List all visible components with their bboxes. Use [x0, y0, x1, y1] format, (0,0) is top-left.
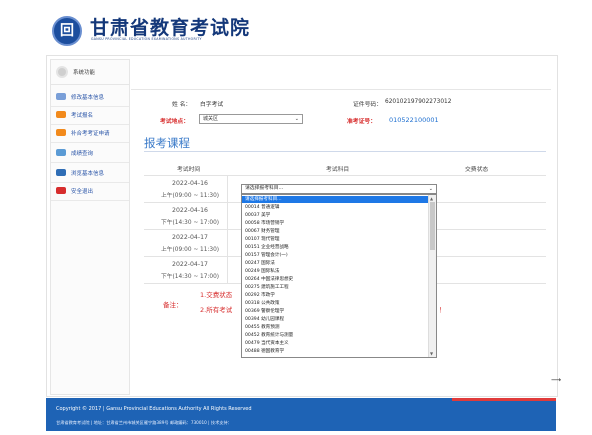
- dropdown-scrollbar[interactable]: ▲ ▼: [428, 195, 436, 357]
- subject-option[interactable]: 00247 国际法: [242, 260, 430, 267]
- subject-option[interactable]: 00264 中国法律思想史: [242, 276, 430, 283]
- sidebar-heading: 系统功能: [51, 60, 129, 85]
- subject-option[interactable]: 00067 财务管理: [242, 228, 430, 235]
- subject-option[interactable]: 00107 现代管理: [242, 236, 430, 243]
- edit-icon: [56, 93, 66, 100]
- site-footer: Copyright © 2017 | Gansu Provincial Educ…: [46, 398, 556, 431]
- subject-option[interactable]: 00488 德国教育学: [242, 348, 430, 355]
- ticket-number-value: 010522100001: [389, 116, 439, 124]
- footer-accent-bar: [452, 398, 556, 401]
- scroll-down-arrow-icon[interactable]: ▼: [430, 351, 433, 356]
- sidebar-item-score[interactable]: 成绩查询: [51, 144, 129, 163]
- sidebar-item-label: 浏览基本信息: [71, 171, 105, 177]
- subject-option[interactable]: 00058 市场营销学: [242, 220, 430, 227]
- sidebar-item-edit-info[interactable]: 修改基本信息: [51, 88, 129, 107]
- register-icon: [56, 111, 66, 118]
- info-icon: [56, 169, 66, 176]
- session-date: 2022-04-17: [172, 261, 208, 268]
- site-subtitle: GANSU PROVINCIAL EDUCATION EXAMINATIONS …: [91, 37, 202, 41]
- gear-icon: [56, 66, 68, 78]
- mouse-cursor-icon: ⟶: [551, 376, 562, 384]
- sidebar-item-browse-info[interactable]: 浏览基本信息: [51, 164, 129, 183]
- chevron-down-icon: ⌄: [428, 186, 433, 192]
- session-time: 上午(09:00 ~ 11:30): [160, 247, 220, 253]
- subject-select[interactable]: 请选择报考科目... ⌄: [241, 184, 437, 194]
- exam-location-label: 考试地点：: [160, 119, 189, 125]
- id-number-value: 620102197902273012: [385, 99, 452, 105]
- session-time: 上午(09:00 ~ 11:30): [160, 193, 220, 199]
- sidebar-heading-label: 系统功能: [73, 70, 96, 76]
- footer-copyright: Copyright © 2017 | Gansu Provincial Educ…: [56, 406, 252, 412]
- sidebar-item-apply[interactable]: 补合考考证申请: [51, 124, 129, 143]
- emblem-logo: 回: [52, 16, 82, 46]
- name-label: 姓 名：: [172, 102, 192, 108]
- session-date: 2022-04-16: [172, 207, 208, 214]
- subject-option[interactable]: 00369 警察伦理学: [242, 308, 430, 315]
- subject-option[interactable]: 00318 公共政策: [242, 300, 430, 307]
- exam-location-select[interactable]: 城关区 ⌄: [199, 114, 303, 124]
- subject-option[interactable]: 00151 企业经营战略: [242, 244, 430, 251]
- site-header: 回 甘肃省教育考试院 GANSU PROVINCIAL EDUCATION EX…: [0, 0, 592, 55]
- subject-option[interactable]: 00394 幼儿园课程: [242, 316, 430, 323]
- sidebar-item-label: 安全退出: [71, 189, 94, 195]
- remark-label: 备注：: [163, 301, 183, 309]
- exit-icon: [56, 187, 66, 194]
- subject-option[interactable]: 请选择报考科目...: [242, 196, 430, 204]
- session-date: 2022-04-16: [172, 180, 208, 187]
- sidebar-item-label: 考试报名: [71, 113, 94, 119]
- subject-option[interactable]: 00275 建筑施工工程: [242, 284, 430, 291]
- exam-location-value: 城关区: [203, 116, 219, 122]
- ticket-number-label: 准考证号：: [347, 119, 376, 125]
- remark-line-1: 1.交费状态: [200, 291, 233, 299]
- subject-select-value: 请选择报考科目...: [245, 186, 284, 191]
- apply-icon: [56, 129, 66, 136]
- subject-option[interactable]: 00455 教育预测: [242, 324, 430, 331]
- subject-option[interactable]: 00014 普通逻辑: [242, 204, 430, 211]
- subject-option[interactable]: 00157 管理会计(一): [242, 252, 430, 259]
- id-number-label: 证件号码：: [353, 102, 382, 108]
- main-topbar: [131, 59, 551, 90]
- remark-tail: ！: [439, 306, 446, 314]
- remark-line-2: 2.所有考试: [200, 306, 233, 314]
- name-value: 白字考试: [200, 102, 224, 108]
- col-header-status: 交费状态: [465, 167, 489, 173]
- col-header-subject: 考试科目: [326, 167, 350, 173]
- scrollbar-thumb[interactable]: [430, 202, 435, 250]
- subject-option[interactable]: 00479 当代资本主义: [242, 340, 430, 347]
- table-row-divider: [144, 175, 546, 176]
- footer-address: 甘肃省教育考试院 | 地址：甘肃省兰州市城关区雁宁路389号 邮政编码：7300…: [56, 420, 232, 425]
- sidebar-item-logout[interactable]: 安全退出: [51, 182, 129, 201]
- session-time: 下午(14:30 ~ 17:00): [160, 220, 220, 226]
- sidebar-item-label: 修改基本信息: [71, 95, 105, 101]
- session-date: 2022-04-17: [172, 234, 208, 241]
- sidebar-item-label: 成绩查询: [71, 151, 94, 157]
- site-title: 甘肃省教育考试院: [90, 17, 251, 39]
- subject-option[interactable]: 00452 教育统计与测量: [242, 332, 430, 339]
- subject-option[interactable]: 00249 国际私法: [242, 268, 430, 275]
- chevron-down-icon: ⌄: [294, 116, 299, 122]
- subject-dropdown-list[interactable]: 请选择报考科目... 00014 普通逻辑 00037 美学 00058 市场营…: [241, 194, 437, 358]
- sidebar: 系统功能 修改基本信息 考试报名 补合考考证申请 成绩查询 浏览基本信息 安全退…: [50, 59, 130, 395]
- section-title: 报考课程: [144, 136, 190, 150]
- subject-option[interactable]: 00292 市政学: [242, 292, 430, 299]
- score-icon: [56, 149, 66, 156]
- session-time: 下午(14:30 ~ 17:00): [160, 274, 220, 280]
- sidebar-item-label: 补合考考证申请: [71, 131, 110, 137]
- sidebar-item-register[interactable]: 考试报名: [51, 106, 129, 125]
- scroll-up-arrow-icon[interactable]: ▲: [430, 196, 433, 201]
- section-divider: [144, 151, 546, 152]
- col-header-time: 考试时间: [177, 167, 201, 173]
- subject-option[interactable]: 00037 美学: [242, 212, 430, 219]
